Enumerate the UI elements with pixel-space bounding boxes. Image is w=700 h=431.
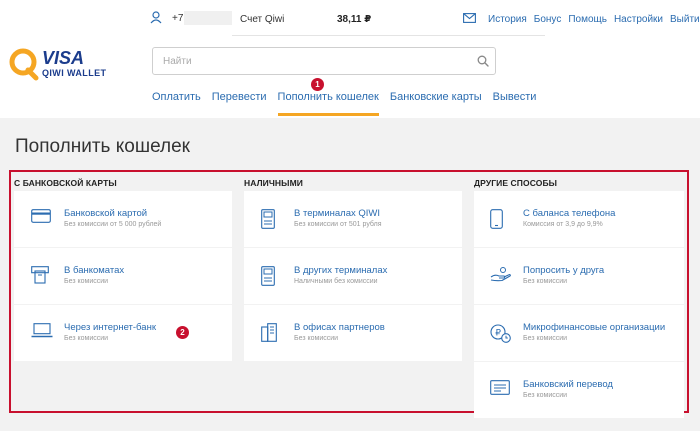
option-atm[interactable]: В банкоматах Без комиссии	[14, 248, 232, 304]
annotation-badge-1: 1	[311, 78, 324, 91]
column-cash: НАЛИЧНЫМИ В терминалах QIWI Без комиссии…	[244, 178, 462, 361]
main-content: Пополнить кошелек С БАНКОВСКОЙ КАРТЫ Бан…	[0, 118, 700, 431]
svg-text:₽: ₽	[495, 329, 501, 339]
option-subtext: Без комиссии	[523, 335, 568, 342]
bank-transfer-icon	[490, 380, 510, 395]
option-subtext: Без комиссии	[64, 278, 109, 285]
main-nav: Оплатить Перевести Пополнить кошелек Бан…	[152, 91, 537, 116]
header: VISA QIWI WALLET +7 Счет Qiwi 38,11 ₽ ▾ …	[0, 0, 700, 118]
card-icon	[31, 209, 51, 223]
option-label: В офисах партнеров	[294, 322, 385, 333]
option-subtext: Без комиссии от 501 рубля	[294, 221, 382, 228]
mail-icon[interactable]	[463, 13, 476, 23]
nav-bank-cards[interactable]: Банковские карты	[390, 91, 482, 115]
option-internet-bank[interactable]: Через интернет-банк Без комиссии	[14, 305, 232, 361]
terminal-icon	[261, 209, 275, 229]
search-icon[interactable]	[477, 55, 489, 67]
column-title: ДРУГИЕ СПОСОБЫ	[474, 178, 558, 188]
phone-number-redacted	[184, 11, 232, 25]
option-subtext: Без комиссии	[294, 335, 339, 342]
option-label: Через интернет-банк	[64, 322, 156, 333]
nav-top-up[interactable]: Пополнить кошелек	[277, 91, 380, 116]
option-subtext: Без комиссии	[523, 392, 568, 399]
option-subtext: Без комиссии	[523, 278, 568, 285]
top-bar: +7 Счет Qiwi 38,11 ₽ ▾ История Бонус Пом…	[150, 8, 700, 36]
coin-clock-icon: ₽	[490, 324, 511, 343]
option-label: Банковский перевод	[523, 379, 613, 390]
option-other-terminals[interactable]: В других терминалах Наличными без комисс…	[244, 248, 462, 304]
option-label: Попросить у друга	[523, 265, 605, 276]
column-bank-card: С БАНКОВСКОЙ КАРТЫ Банковской картой Без…	[14, 178, 232, 361]
phone-prefix: +7	[172, 13, 184, 24]
atm-icon	[31, 266, 49, 284]
link-bonus[interactable]: Бонус	[534, 14, 562, 25]
page-title: Пополнить кошелек	[15, 136, 190, 157]
search-box	[152, 47, 496, 75]
qiwi-logo-icon	[9, 48, 39, 81]
search-input[interactable]	[163, 53, 463, 69]
option-bank-transfer[interactable]: Банковский перевод Без комиссии	[474, 362, 684, 418]
option-label: С баланса телефона	[523, 208, 616, 219]
option-phone-balance[interactable]: С баланса телефона Комиссия от 3,9 до 9,…	[474, 191, 684, 247]
user-icon[interactable]	[150, 11, 162, 24]
link-logout[interactable]: Выйти	[670, 14, 700, 25]
option-subtext: Без комиссии	[64, 335, 109, 342]
logo-visa-text: VISA	[42, 48, 85, 68]
link-settings[interactable]: Настройки	[614, 14, 663, 25]
qiwi-logo[interactable]: VISA QIWI WALLET	[8, 44, 118, 84]
column-other: ДРУГИЕ СПОСОБЫ С баланса телефона Комисс…	[474, 178, 684, 418]
option-label: В терминалах QIWI	[294, 208, 381, 219]
office-icon	[261, 323, 277, 342]
phone-icon	[490, 209, 503, 229]
topbar-divider	[232, 35, 545, 36]
option-label: Микрофинансовые организации	[523, 322, 666, 333]
laptop-icon	[31, 323, 53, 338]
annotation-badge-2: 2	[176, 326, 189, 339]
account-label: Счет Qiwi	[240, 14, 285, 25]
nav-transfer[interactable]: Перевести	[212, 91, 267, 115]
column-title: С БАНКОВСКОЙ КАРТЫ	[14, 178, 117, 188]
terminal-icon	[261, 266, 275, 286]
hand-icon	[490, 267, 511, 282]
top-links: История Бонус Помощь Настройки Выйти	[488, 14, 700, 25]
option-qiwi-terminals[interactable]: В терминалах QIWI Без комиссии от 501 ру…	[244, 191, 462, 247]
option-bank-card[interactable]: Банковской картой Без комиссии от 5 000 …	[14, 191, 232, 247]
nav-pay[interactable]: Оплатить	[152, 91, 201, 115]
option-label: В банкоматах	[64, 265, 125, 276]
link-history[interactable]: История	[488, 14, 527, 25]
option-label: Банковской картой	[64, 208, 148, 219]
option-subtext: Без комиссии от 5 000 рублей	[64, 221, 162, 228]
chevron-down-icon[interactable]: ▾	[367, 14, 371, 23]
option-microfinance[interactable]: ₽ Микрофинансовые организации Без комисс…	[474, 305, 684, 361]
option-subtext: Наличными без комиссии	[294, 278, 378, 285]
nav-withdraw[interactable]: Вывести	[493, 91, 537, 115]
logo-wallet-text: QIWI WALLET	[42, 68, 107, 78]
column-title: НАЛИЧНЫМИ	[244, 178, 303, 188]
option-partner-offices[interactable]: В офисах партнеров Без комиссии	[244, 305, 462, 361]
option-ask-friend[interactable]: Попросить у друга Без комиссии	[474, 248, 684, 304]
option-label: В других терминалах	[294, 265, 388, 276]
link-help[interactable]: Помощь	[568, 14, 607, 25]
option-subtext: Комиссия от 3,9 до 9,9%	[523, 221, 603, 228]
